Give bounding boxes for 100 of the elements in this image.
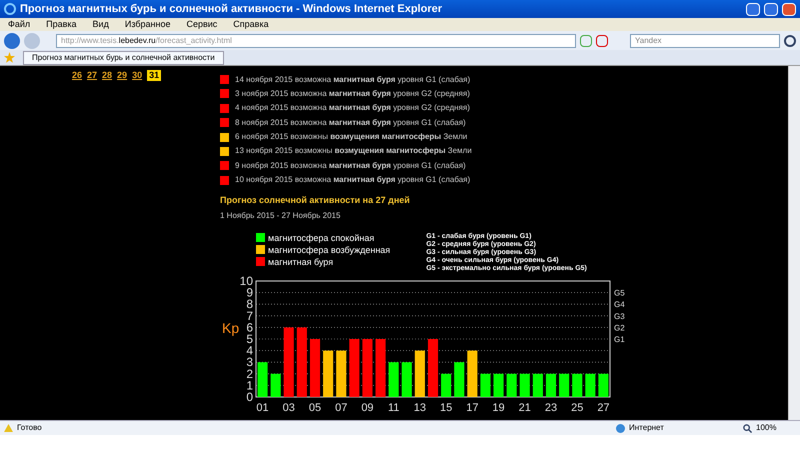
- forecast-text: 3 ноября 2015 возможна магнитная буря уровня G2 (средняя): [235, 88, 470, 100]
- url-domain: lebedev.ru: [118, 34, 156, 44]
- forecast-text: 9 ноября 2015 возможна магнитная буря уровня G1 (слабая): [235, 160, 466, 172]
- kp-bar: [520, 374, 530, 397]
- kp-bar: [559, 374, 570, 397]
- kp-bar: [388, 362, 399, 397]
- menu-item[interactable]: Правка: [46, 18, 77, 32]
- x-tick-label: 25: [571, 402, 584, 413]
- kp-bar: [467, 350, 478, 397]
- y-tick-label: 5: [246, 332, 253, 346]
- y-tick-label: 2: [246, 366, 253, 381]
- forecast-text: 4 ноября 2015 возможна магнитная буря уровня G2 (средняя): [235, 102, 470, 114]
- search-icon[interactable]: [784, 34, 796, 46]
- storm-level-label: G5: [614, 288, 625, 298]
- url-prefix: http://www.tesis.: [61, 34, 119, 46]
- stop-icon[interactable]: [596, 34, 608, 46]
- url-path: /forecast_activity.html: [156, 34, 232, 46]
- zoom-icon[interactable]: [743, 424, 752, 432]
- x-tick-label: 19: [492, 402, 505, 413]
- y-tick-label: 1: [246, 378, 253, 392]
- zone-text: Интернет: [629, 422, 665, 434]
- kp-bar: [258, 362, 268, 397]
- x-tick-label: 01: [256, 402, 269, 413]
- kp-bar: [270, 374, 281, 397]
- forecast-text: 8 ноября 2015 возможна магнитная буря уровня G1 (слабая): [235, 116, 466, 129]
- menu-item[interactable]: Вид: [92, 18, 109, 32]
- kp-bar: [494, 374, 504, 397]
- storm-level-label: G1: [614, 334, 625, 344]
- forecast-text: 13 ноября 2015 возможны возмущения магнитосферы Земли: [235, 145, 472, 158]
- kp-bar: [402, 362, 412, 397]
- storm-level-label: G3: [614, 312, 625, 321]
- kp-bar: [572, 374, 582, 397]
- status-text: Готово: [17, 422, 43, 434]
- kp-bar: [284, 327, 294, 397]
- warning-icon: [4, 424, 13, 432]
- menu-item[interactable]: Файл: [8, 18, 30, 32]
- favorites-star-icon[interactable]: [4, 52, 15, 63]
- x-tick-label: 27: [597, 402, 610, 413]
- y-tick-label: 3: [246, 354, 253, 369]
- legend-label: магнитосфера спокойная: [268, 232, 374, 243]
- address-field[interactable]: http://www.tesis.lebedev.ru/forecast_activity.html: [56, 34, 576, 48]
- storm-level-label: G4: [614, 300, 625, 309]
- kp-bar: [454, 362, 464, 397]
- x-tick-label: 21: [518, 402, 531, 413]
- kp-bar: [323, 350, 334, 397]
- y-tick-label: 8: [246, 296, 253, 311]
- close-button[interactable]: [782, 2, 796, 16]
- x-tick-label: 03: [282, 402, 295, 413]
- y-tick-label: 10: [240, 274, 253, 288]
- kp-bar: [428, 338, 438, 397]
- zoom-level[interactable]: 100%: [756, 422, 796, 434]
- refresh-icon[interactable]: [580, 34, 592, 46]
- kp-bar: [414, 350, 425, 397]
- kp-bar: [506, 374, 517, 397]
- kp-bar: [310, 338, 320, 397]
- kp-bar: [376, 338, 386, 397]
- back-button[interactable]: [4, 32, 20, 48]
- x-tick-label: 11: [388, 402, 400, 413]
- forecast-text: 6 ноября 2015 возможны возмущения магнитосферы Земли: [235, 131, 468, 144]
- y-tick-label: 0: [246, 390, 253, 404]
- calendar-day[interactable]: 30: [132, 70, 142, 82]
- x-tick-label: 09: [361, 402, 374, 413]
- storm-level-label: G2: [614, 323, 625, 332]
- kp-bar: [349, 338, 360, 397]
- window-title: Прогноз магнитных бурь и солнечной активности - Windows Internet Explorer: [20, 2, 443, 17]
- browser-logo-icon: [4, 3, 16, 15]
- scrollbar[interactable]: [788, 66, 800, 420]
- forecast-text: 14 ноября 2015 возможна магнитная буря уровня G1 (слабая): [235, 74, 470, 86]
- y-tick-label: 9: [246, 285, 253, 300]
- menu-item[interactable]: Избранное: [124, 18, 170, 32]
- browser-tab[interactable]: Прогноз магнитных бурь и солнечной активности: [23, 51, 224, 65]
- kp-bar: [532, 374, 543, 397]
- kp-bar: [585, 374, 596, 397]
- search-field[interactable]: Yandex: [630, 34, 780, 48]
- x-tick-label: 15: [440, 402, 452, 413]
- x-tick-label: 23: [544, 402, 558, 413]
- minimize-button[interactable]: [746, 2, 760, 16]
- menu-item[interactable]: Сервис: [186, 18, 218, 32]
- legend-label: магнитосфера возбужденная: [268, 244, 390, 255]
- menu-item[interactable]: Справка: [233, 18, 269, 32]
- period-text: 1 Ноябрь 2015 - 27 Ноябрь 2015: [220, 210, 342, 221]
- calendar-day[interactable]: 26: [72, 70, 82, 82]
- calendar-day[interactable]: 29: [117, 70, 128, 82]
- calendar-day[interactable]: 31: [147, 70, 162, 82]
- kp-bar: [362, 338, 372, 397]
- kp-bar: [296, 327, 307, 397]
- kp-bar: [598, 374, 608, 397]
- x-tick-label: 13: [414, 402, 426, 413]
- y-tick-label: 6: [246, 320, 253, 334]
- calendar-day[interactable]: 27: [87, 70, 98, 82]
- y-axis-label: Kp: [222, 320, 240, 336]
- calendar-day[interactable]: 28: [102, 70, 112, 82]
- y-tick-label: 7: [246, 308, 253, 323]
- kp-bar: [336, 350, 346, 397]
- forecast-text: 10 ноября 2015 возможна магнитная буря уровня G1 (слабая): [235, 174, 470, 186]
- maximize-button[interactable]: [764, 2, 778, 16]
- x-tick-label: 05: [308, 402, 322, 413]
- section-heading: Прогноз солнечной активности на 27 дней: [220, 194, 411, 206]
- x-tick-label: 07: [335, 402, 348, 413]
- legend-label: магнитная буря: [268, 256, 334, 267]
